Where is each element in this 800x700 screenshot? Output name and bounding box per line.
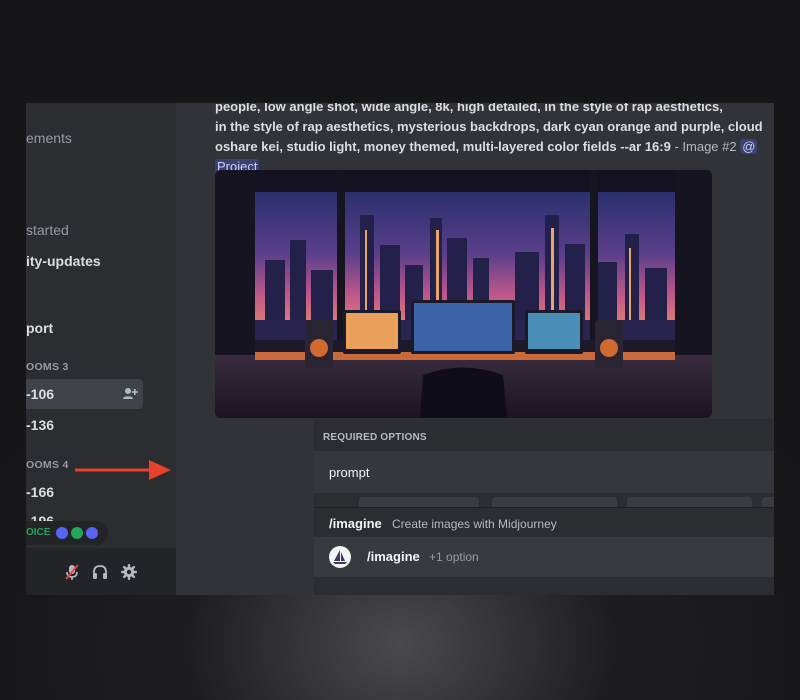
- midjourney-bot-icon: [329, 546, 351, 568]
- option-chip[interactable]: [359, 497, 479, 507]
- category-rooms-3[interactable]: OOMS 3: [26, 361, 69, 373]
- user-mention[interactable]: @: [740, 139, 758, 154]
- channel-room-106[interactable]: -106: [26, 386, 54, 402]
- channel-sidebar: ements started ity-updates port OOMS 3 -…: [26, 103, 176, 595]
- option-chip[interactable]: [627, 497, 752, 507]
- imagine-command-suggestion[interactable]: /imagine Create images with Midjourney: [314, 507, 774, 537]
- input-options-count: +1 option: [429, 550, 479, 564]
- channel-getting-started[interactable]: started: [26, 222, 69, 238]
- image-number-text: - Image #2: [670, 139, 741, 154]
- settings-gear-icon[interactable]: [120, 563, 138, 581]
- sailboat-icon: [333, 550, 347, 564]
- command-autocomplete-popup: REQUIRED OPTIONS prompt /imagine Create …: [314, 419, 774, 595]
- command-description: Create images with Midjourney: [392, 517, 557, 531]
- message-line: oshare kei, studio light, money themed, …: [215, 137, 774, 157]
- user-panel: [26, 548, 176, 595]
- channel-room-196[interactable]: -196: [26, 513, 54, 521]
- message-prompt-text: people, low angle shot, wide angle, 8k, …: [215, 103, 774, 177]
- voice-label: OICE: [26, 527, 51, 538]
- channel-announcements[interactable]: ements: [26, 130, 72, 146]
- channel-room-166[interactable]: -166: [26, 484, 54, 500]
- voice-user-avatar: [54, 525, 70, 541]
- channel-room-136[interactable]: -136: [26, 417, 54, 433]
- generated-image[interactable]: [215, 170, 712, 418]
- message-line: in the style of rap aesthetics, mysterio…: [215, 119, 763, 134]
- chat-area: people, low angle shot, wide angle, 8k, …: [176, 103, 774, 595]
- prompt-option[interactable]: prompt: [314, 451, 774, 493]
- category-rooms-4[interactable]: OOMS 4: [26, 459, 69, 471]
- option-chip[interactable]: [492, 497, 617, 507]
- channel-community-updates[interactable]: ity-updates: [26, 253, 101, 269]
- input-command: /imagine: [367, 549, 420, 564]
- channel-support[interactable]: port: [26, 320, 53, 336]
- message-line-text: oshare kei, studio light, money themed, …: [215, 139, 671, 154]
- mute-microphone-icon[interactable]: [63, 563, 81, 581]
- command-name: /imagine: [329, 516, 382, 531]
- voice-connected-bar[interactable]: OICE: [26, 521, 108, 545]
- voice-user-avatar: [69, 525, 85, 541]
- annotation-arrow-icon: [75, 460, 171, 480]
- message-line: people, low angle shot, wide angle, 8k, …: [215, 103, 723, 114]
- message-input[interactable]: /imagine +1 option: [314, 537, 774, 577]
- add-member-icon[interactable]: [122, 386, 138, 402]
- prompt-option-label: prompt: [329, 465, 370, 480]
- voice-user-avatar: [84, 525, 100, 541]
- headphones-icon[interactable]: [91, 563, 109, 581]
- option-chip[interactable]: [762, 497, 774, 507]
- discord-window: ements started ity-updates port OOMS 3 -…: [26, 103, 774, 595]
- required-options-header: REQUIRED OPTIONS: [323, 432, 427, 443]
